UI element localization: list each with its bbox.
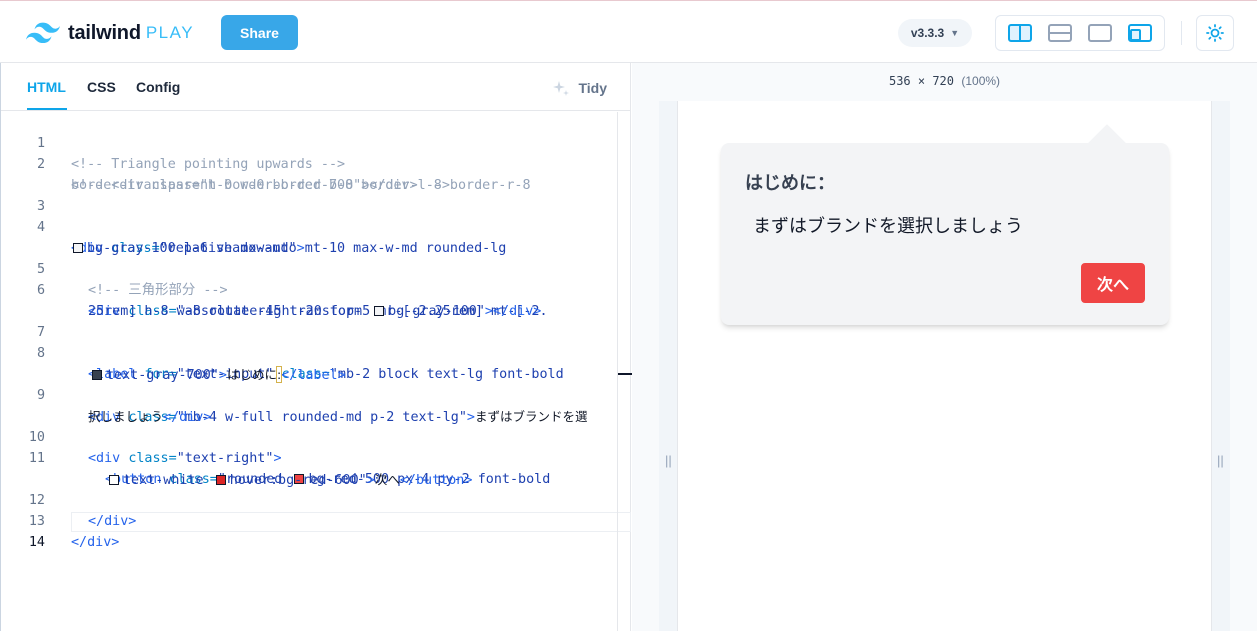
code-line: 10 <div class="text-right"> — [1, 406, 617, 466]
layout-switcher — [995, 15, 1165, 51]
active-tab-indicator — [27, 108, 67, 110]
responsive-icon — [1128, 24, 1152, 42]
code-line: text-white hover:bg-red-600">次へ</button> — [1, 448, 617, 488]
tailwind-play-logo[interactable]: tailwind PLAY — [26, 21, 194, 45]
chevron-down-icon: ▼ — [950, 28, 960, 38]
card-title: はじめに： — [745, 173, 835, 193]
tab-config[interactable]: Config — [136, 79, 180, 95]
code-line: 5 <!-- 三角形部分 --> — [1, 238, 617, 298]
code-line: 1 <!-- Triangle pointing upwards --> — [1, 112, 617, 172]
code-line: 2 <!-- <div class="h-0 w-0 border-b-8 bo… — [1, 133, 617, 193]
split-horizontal-button[interactable] — [1042, 19, 1078, 47]
tailwind-logo-icon — [26, 22, 60, 44]
code-line: 11 <button class="rounded bg-red-500 px-… — [1, 427, 617, 487]
code-line: 7 — [1, 301, 617, 340]
split-horizontal-icon — [1048, 24, 1072, 42]
code-area[interactable]: 1 <!-- Triangle pointing upwards --> 2 <… — [1, 112, 631, 631]
editor-tabs: HTML CSS Config Tidy — [1, 63, 631, 111]
code-line: 9 <div class="mb-4 w-full rounded-md p-2… — [1, 364, 617, 425]
code-line: text-gray-700">はじめに:</label> — [1, 343, 617, 383]
top-bar: tailwind PLAY Share v3.3.3 ▼ — [0, 0, 1257, 63]
preview-zoom: (100%) — [961, 74, 1001, 88]
split-vertical-button[interactable] — [1002, 19, 1038, 47]
preview-dimensions: 536 × 720 — [888, 74, 954, 88]
sparkles-icon — [553, 81, 570, 96]
header-divider — [1181, 21, 1182, 45]
theme-toggle-button[interactable] — [1196, 15, 1234, 51]
tidy-label: Tidy — [578, 80, 607, 96]
code-editor-pane: HTML CSS Config Tidy 1 <!-- Triangle poi… — [0, 63, 632, 631]
onboarding-card: はじめに： まずはブランドを選択しましょう 次へ — [721, 124, 1169, 325]
logo-play-label: PLAY — [145, 23, 195, 42]
code-line: 択しましょう</div> — [1, 385, 617, 425]
card-body-text: まずはブランドを選択しましょう — [753, 216, 1023, 236]
version-select[interactable]: v3.3.3 ▼ — [898, 19, 972, 47]
code-line: border-transparent border-b-red-700"></d… — [1, 154, 617, 193]
line-number-current: 14 — [28, 535, 45, 550]
code-line: 3 — [1, 175, 617, 214]
version-label: v3.3.3 — [910, 26, 945, 40]
code-line: bg-gray-100 p-6 shadow-md"> — [1, 217, 617, 256]
pane-resize-handle[interactable] — [618, 373, 632, 375]
code-line: 14 — [1, 511, 617, 550]
preview-frame: はじめに： まずはブランドを選択しましょう 次へ — [677, 101, 1212, 631]
logo-wordmark: tailwind — [68, 21, 141, 44]
preview-only-button[interactable] — [1082, 19, 1118, 47]
share-button[interactable]: Share — [221, 15, 298, 50]
code-line: 4 <div class="relative mx-auto mt-10 max… — [1, 196, 617, 256]
code-line: 25rem] h-8 w-8 rotate-45 transform bg-gr… — [1, 280, 617, 319]
tab-html[interactable]: HTML — [27, 79, 66, 95]
tab-css[interactable]: CSS — [87, 79, 116, 95]
responsive-button[interactable] — [1122, 19, 1158, 47]
preview-pane: 536 × 720 (100%) || || はじめに： まずはブランドを選択し… — [632, 63, 1257, 631]
code-line: 13 </div> — [1, 490, 617, 550]
code-text: </div> — [71, 535, 120, 550]
resize-handle-right-icon[interactable]: || — [1217, 453, 1224, 468]
code-line: 8 <label for="text-input" class="mb-2 bl… — [1, 322, 617, 382]
next-button[interactable]: 次へ — [1081, 263, 1145, 303]
preview-only-icon — [1088, 24, 1112, 42]
resize-handle-left-icon[interactable]: || — [665, 453, 672, 468]
split-vertical-icon — [1008, 24, 1032, 42]
sun-icon — [1206, 24, 1224, 42]
editor-scrollbar[interactable] — [617, 112, 618, 631]
preview-size-label: 536 × 720 (100%) — [632, 74, 1257, 88]
tidy-button[interactable]: Tidy — [552, 79, 607, 97]
code-line: 6 <div class="absolute right-20 top-5 mr… — [1, 259, 617, 319]
code-line: 12 </div> — [1, 469, 617, 529]
card-pointer-triangle — [1087, 124, 1127, 164]
